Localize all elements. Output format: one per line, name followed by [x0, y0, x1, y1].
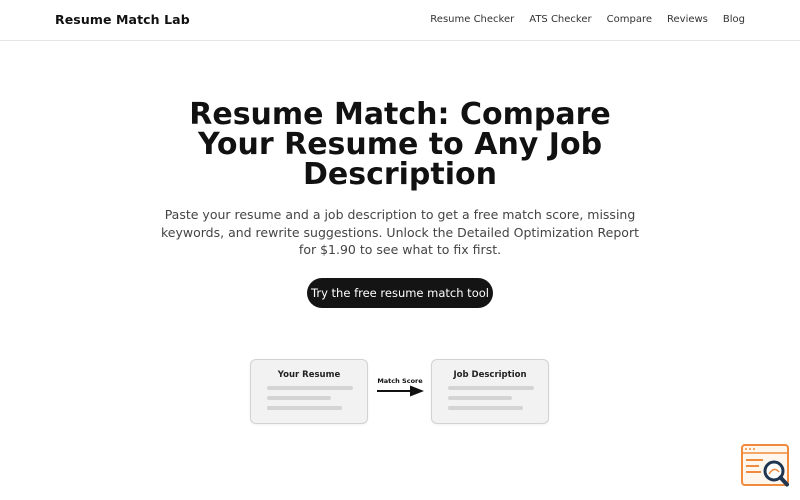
- resume-card: Your Resume: [250, 359, 368, 424]
- brand-logo[interactable]: Resume Match Lab: [55, 12, 190, 27]
- hero-description: Paste your resume and a job description …: [161, 207, 639, 257]
- page-title: Resume Match: Compare Your Resume to Any…: [189, 97, 611, 192]
- nav-link-ats-checker[interactable]: ATS Checker: [529, 14, 591, 25]
- try-free-tool-button[interactable]: Try the free resume match tool: [307, 278, 493, 308]
- nav-links: Resume Checker ATS Checker Compare Revie…: [430, 14, 745, 25]
- nav-link-compare[interactable]: Compare: [607, 14, 652, 25]
- nav-link-resume-checker[interactable]: Resume Checker: [430, 14, 514, 25]
- search-document-icon[interactable]: [741, 444, 791, 488]
- nav-link-blog[interactable]: Blog: [723, 14, 745, 25]
- text-placeholder-line: [448, 386, 534, 390]
- resume-card-title: Your Resume: [277, 370, 341, 380]
- top-navigation: Resume Match Lab Resume Checker ATS Chec…: [0, 0, 800, 41]
- job-description-card: Job Description: [431, 359, 549, 424]
- text-placeholder-line: [448, 396, 512, 400]
- arrow-right-icon: [377, 385, 424, 397]
- text-placeholder-line: [448, 406, 523, 410]
- text-placeholder-line: [267, 406, 342, 410]
- job-card-title: Job Description: [453, 370, 527, 380]
- text-placeholder-line: [267, 386, 353, 390]
- text-placeholder-line: [267, 396, 331, 400]
- match-score-label: Match Score: [377, 377, 423, 385]
- nav-link-reviews[interactable]: Reviews: [667, 14, 708, 25]
